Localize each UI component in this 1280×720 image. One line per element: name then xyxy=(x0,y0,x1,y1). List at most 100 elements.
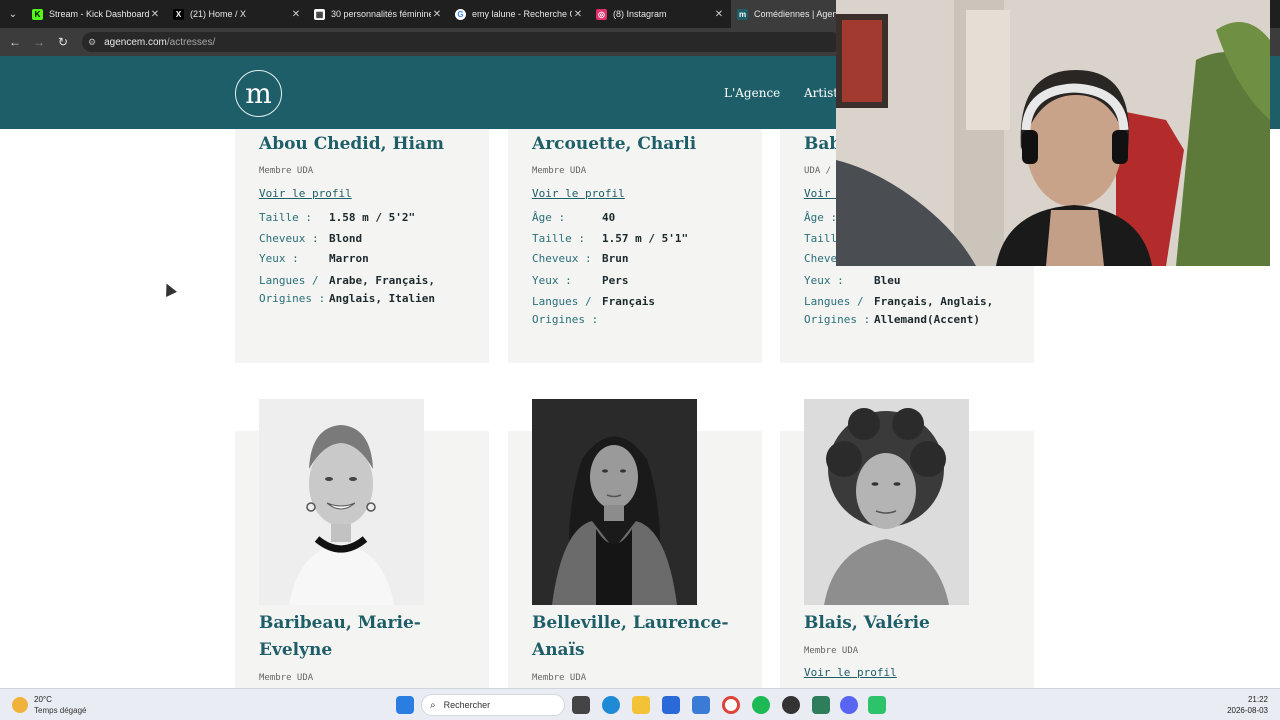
attr-hair: Cheve xyxy=(804,250,837,268)
attr-value: Français, Anglais, Allemand(Accent) xyxy=(874,295,994,326)
attr-hair: Cheveux : Brun xyxy=(532,250,772,268)
app-icon[interactable] xyxy=(868,696,886,714)
attr-hair: Cheveux : Blond xyxy=(259,230,499,248)
discord-icon[interactable] xyxy=(840,696,858,714)
attr-label: Taille : xyxy=(532,232,585,245)
windows-taskbar: 20°C Temps dégagé ⌕ Rechercher 21:22 202… xyxy=(0,688,1280,720)
close-tab-icon[interactable]: ✕ xyxy=(431,9,443,20)
task-view-icon[interactable] xyxy=(572,696,590,714)
nav-link-artists[interactable]: Artist xyxy=(804,86,838,100)
attr-label: Cheveux : xyxy=(259,232,319,245)
weather-temperature[interactable]: 20°C xyxy=(34,695,52,704)
agence-logo[interactable]: m xyxy=(235,70,282,117)
obs-icon[interactable] xyxy=(782,696,800,714)
tab-title: (21) Home / X xyxy=(190,9,247,19)
agence-icon: m xyxy=(737,8,748,20)
store-icon[interactable] xyxy=(662,696,680,714)
attr-value: Marron xyxy=(329,252,369,265)
search-placeholder: Rechercher xyxy=(443,700,491,710)
taskbar-search[interactable]: ⌕ Rechercher xyxy=(421,694,565,716)
browser-tab[interactable]: ◎ (8) Instagram ✕ xyxy=(590,0,731,28)
url-text: agencem.com/actresses/ xyxy=(104,37,215,48)
page-icon: ▦ xyxy=(314,8,325,20)
edge-icon[interactable] xyxy=(602,696,620,714)
url-host: agencem.com xyxy=(104,36,167,48)
close-tab-icon[interactable]: ✕ xyxy=(572,9,584,20)
x-icon: X xyxy=(173,8,184,20)
instagram-icon: ◎ xyxy=(596,8,607,20)
url-path: /actresses/ xyxy=(166,36,216,48)
attr-label: Langues / Origines : xyxy=(259,274,326,305)
actress-name[interactable]: Belleville, Laurence-Anaïs xyxy=(532,610,742,664)
attr-languages: Langues / Origines : Français xyxy=(532,293,772,329)
chrome-icon[interactable] xyxy=(722,696,740,714)
attr-label: Yeux : xyxy=(804,274,844,287)
app-icon[interactable] xyxy=(692,696,710,714)
actress-name[interactable]: Arcouette, Charli xyxy=(532,131,696,158)
back-icon[interactable]: ← xyxy=(3,28,27,56)
windows-start-icon[interactable] xyxy=(396,696,414,714)
view-profile-link[interactable]: Voir le profil xyxy=(259,187,352,200)
attr-label: Âge : xyxy=(532,211,566,224)
attr-eyes: Yeux : Bleu xyxy=(804,272,1034,290)
kick-icon: K xyxy=(32,8,43,20)
member-badge: Membre UDA xyxy=(804,646,859,656)
attr-value: Brun xyxy=(602,252,629,265)
attr-age: Âge : xyxy=(804,209,837,227)
browser-tab[interactable]: K Stream - Kick Dashboard ✕ xyxy=(26,0,167,28)
forward-icon[interactable]: → xyxy=(27,28,51,56)
notes-icon[interactable] xyxy=(812,696,830,714)
site-info-icon[interactable]: ⚙ xyxy=(88,37,96,48)
close-tab-icon[interactable]: ✕ xyxy=(290,9,302,20)
member-badge: Membre UDA xyxy=(532,166,587,176)
actress-name[interactable]: Abou Chedid, Hiam xyxy=(259,131,444,158)
close-tab-icon[interactable]: ✕ xyxy=(149,9,161,20)
attr-languages: Langues / Origines : Français, Anglais, … xyxy=(804,293,1034,347)
attr-height: Taille xyxy=(804,230,844,248)
member-badge: Membre UDA xyxy=(259,166,314,176)
google-icon: G xyxy=(455,8,466,20)
attr-value: 40 xyxy=(602,211,616,224)
attr-label: Taille : xyxy=(259,211,312,224)
actress-name[interactable]: Baribeau, Marie-Evelyne xyxy=(259,610,459,664)
attr-value: Arabe, Français, Anglais, Italien xyxy=(329,274,435,305)
clock-time[interactable]: 21:22 xyxy=(1248,695,1268,704)
weather-moon-icon[interactable] xyxy=(12,697,28,713)
tab-list-icon[interactable]: ⌄ xyxy=(0,0,26,28)
view-profile-link[interactable]: Voir le profil xyxy=(804,666,897,679)
mouse-cursor-icon xyxy=(161,281,177,297)
file-explorer-icon[interactable] xyxy=(632,696,650,714)
reload-icon[interactable]: ↻ xyxy=(51,28,75,56)
attr-label: Yeux : xyxy=(532,274,572,287)
browser-tab[interactable]: G emy lalune - Recherche G ✕ xyxy=(449,0,590,28)
attr-eyes: Yeux : Marron xyxy=(259,250,499,268)
tab-title: (8) Instagram xyxy=(613,9,667,19)
tab-title: 30 personnalités féminines xyxy=(331,9,431,19)
browser-tab[interactable]: X (21) Home / X ✕ xyxy=(167,0,308,28)
weather-description[interactable]: Temps dégagé xyxy=(34,706,86,715)
close-tab-icon[interactable]: ✕ xyxy=(713,9,725,20)
attr-eyes: Yeux : Pers xyxy=(532,272,772,290)
actress-photo[interactable] xyxy=(532,399,697,605)
actress-photo[interactable] xyxy=(804,399,969,605)
view-profile-link[interactable]: Voir le profil xyxy=(532,187,625,200)
tab-title: emy lalune - Recherche G xyxy=(472,9,572,19)
attr-age: Âge : 40 xyxy=(532,209,772,227)
member-badge: Membre UDA xyxy=(532,673,587,683)
attr-label: Yeux : xyxy=(259,252,299,265)
attr-label: Cheveux : xyxy=(532,252,592,265)
attr-label: Langues / Origines : xyxy=(804,295,871,326)
nav-link-agence[interactable]: L'Agence xyxy=(724,86,780,100)
actress-photo[interactable] xyxy=(259,399,424,605)
clock-date[interactable]: 2026-08-03 xyxy=(1227,706,1268,715)
search-icon: ⌕ xyxy=(430,699,436,711)
actress-name[interactable]: Blais, Valérie xyxy=(804,610,1014,637)
member-badge: Membre UDA xyxy=(259,673,314,683)
tab-title: Stream - Kick Dashboard xyxy=(49,9,149,19)
browser-tab[interactable]: ▦ 30 personnalités féminines ✕ xyxy=(308,0,449,28)
attr-languages: Langues / Origines : Arabe, Français, An… xyxy=(259,272,499,326)
spotify-icon[interactable] xyxy=(752,696,770,714)
attr-height: Taille : 1.57 m / 5'1" xyxy=(532,230,772,248)
url-field[interactable]: ⚙ agencem.com/actresses/ xyxy=(82,32,842,52)
attr-value: Bleu xyxy=(874,274,901,287)
